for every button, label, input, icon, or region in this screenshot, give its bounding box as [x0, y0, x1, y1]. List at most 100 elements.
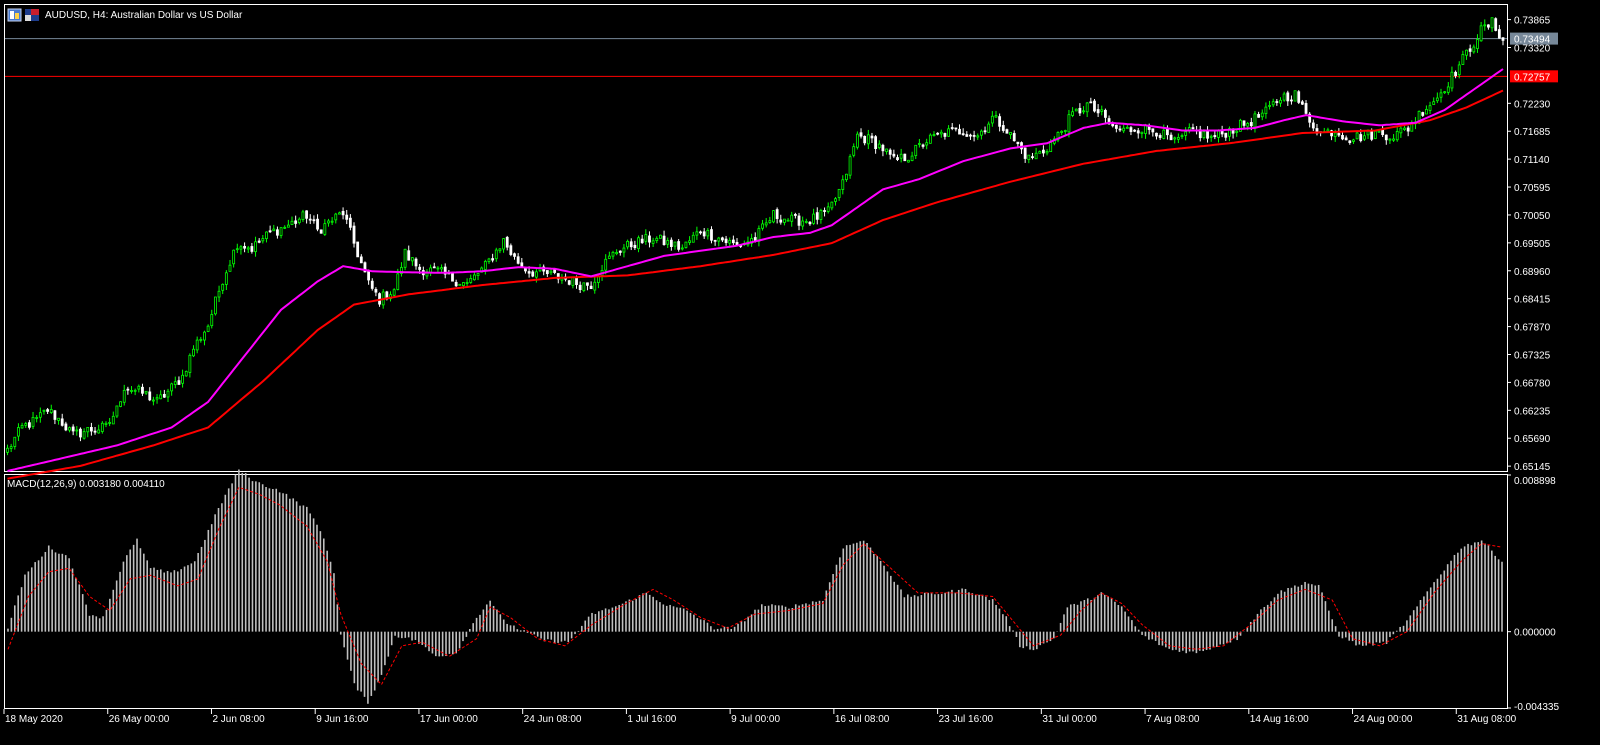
candle: [1494, 17, 1498, 32]
candle-body: [866, 134, 870, 145]
candle-body: [374, 289, 378, 293]
candle-body: [148, 391, 152, 401]
candle-body: [68, 427, 71, 431]
candle-body: [122, 389, 126, 403]
candle-body: [323, 223, 327, 235]
candle-body: [1176, 137, 1180, 140]
candle-body: [516, 256, 520, 264]
candle-body: [1038, 151, 1042, 154]
price-tick-label: 0.65145: [1514, 462, 1551, 473]
candle-body: [578, 284, 582, 291]
candle-body: [976, 135, 980, 138]
candle-body: [841, 179, 845, 190]
candle-body: [1476, 39, 1479, 49]
candle-body: [312, 219, 316, 222]
candle-body: [1381, 129, 1385, 136]
candle-body: [834, 198, 837, 202]
candle-body: [1082, 110, 1085, 113]
price-tick-label: 0.71140: [1514, 155, 1550, 166]
time-tick-label: 18 May 2020: [5, 714, 63, 725]
price-tick-label: 0.67870: [1514, 323, 1551, 334]
candle-body: [1001, 125, 1005, 131]
candle-body: [97, 429, 101, 434]
candle-body: [1282, 93, 1286, 101]
macd-tick-label: -0.004335: [1514, 702, 1559, 713]
candle-body: [42, 409, 46, 412]
candle-body: [859, 132, 863, 137]
candle-body: [1494, 18, 1498, 31]
candle-body: [826, 206, 830, 212]
candle-body: [1359, 134, 1363, 142]
candle-body: [17, 427, 20, 437]
candle-body: [1111, 123, 1115, 127]
candle-body: [46, 409, 50, 412]
candle-body: [1297, 91, 1301, 103]
candle: [509, 243, 513, 257]
price-tick-label: 0.68415: [1514, 295, 1551, 306]
candle-body: [228, 264, 232, 272]
candle-body: [629, 241, 633, 248]
candle-body: [1384, 134, 1388, 141]
candle-body: [232, 249, 236, 265]
candle-body: [852, 146, 856, 156]
candle-body: [830, 201, 834, 209]
candle-body: [79, 428, 82, 438]
candle-body: [1118, 128, 1122, 131]
chart-window[interactable]: 0.73865 0.73320 0.72230 0.71685 0.71140 0.705…: [0, 0, 1600, 745]
candle-body: [345, 214, 349, 220]
candle-body: [1129, 127, 1133, 132]
candle-body: [1290, 99, 1293, 102]
candle-body: [640, 238, 644, 244]
candle-body: [549, 270, 553, 274]
candle-body: [487, 258, 491, 262]
time-tick-label: 23 Jul 16:00: [939, 714, 994, 725]
candle-body: [969, 134, 972, 137]
price-tick-label: 0.73865: [1514, 16, 1551, 27]
candle-body: [790, 214, 794, 222]
candle-body: [195, 339, 199, 351]
candle-body: [1304, 103, 1308, 114]
candle-body: [13, 436, 17, 447]
price-tick-label: 0.70050: [1514, 211, 1551, 222]
candle-body: [111, 415, 115, 425]
candle-body: [965, 134, 969, 137]
candle-body: [53, 410, 57, 420]
candle-body: [531, 271, 535, 277]
candle: [1005, 128, 1009, 134]
candle: [582, 282, 586, 293]
candle: [451, 272, 454, 282]
candle-body: [1425, 108, 1428, 115]
candle-body: [582, 282, 586, 292]
candle-body: [1078, 107, 1082, 114]
candle-body: [367, 270, 371, 281]
candle-body: [1096, 109, 1100, 114]
candle-body: [1180, 135, 1184, 138]
candle-body: [491, 258, 495, 261]
candle: [119, 401, 122, 408]
candle-body: [932, 134, 936, 136]
chart-canvas[interactable]: 0.738650.733200.722300.716850.711400.705…: [0, 0, 1600, 745]
candle-body: [469, 278, 473, 283]
candle-body: [243, 245, 246, 249]
price-tick-label: 0.66780: [1514, 378, 1551, 389]
candle-body: [119, 401, 122, 407]
candle-body: [6, 447, 9, 453]
time-tick-label: 24 Jun 08:00: [524, 714, 582, 725]
ask-price-label: 0.72757: [1514, 72, 1551, 83]
candle: [100, 421, 104, 434]
candle-body: [917, 143, 921, 145]
candle-body: [1042, 149, 1045, 154]
candle-body: [472, 274, 476, 281]
candle-body: [936, 132, 940, 135]
candle-body: [133, 389, 137, 392]
candle-body: [162, 393, 166, 398]
candle-body: [545, 270, 549, 275]
candle-body: [370, 280, 374, 289]
candle-body: [199, 338, 203, 341]
candle-body: [1311, 122, 1315, 129]
candle-body: [1249, 122, 1253, 127]
time-tick-label: 31 Jul 00:00: [1042, 714, 1097, 725]
candle-body: [283, 226, 287, 229]
candle-body: [49, 409, 53, 413]
candle-body: [210, 314, 214, 327]
